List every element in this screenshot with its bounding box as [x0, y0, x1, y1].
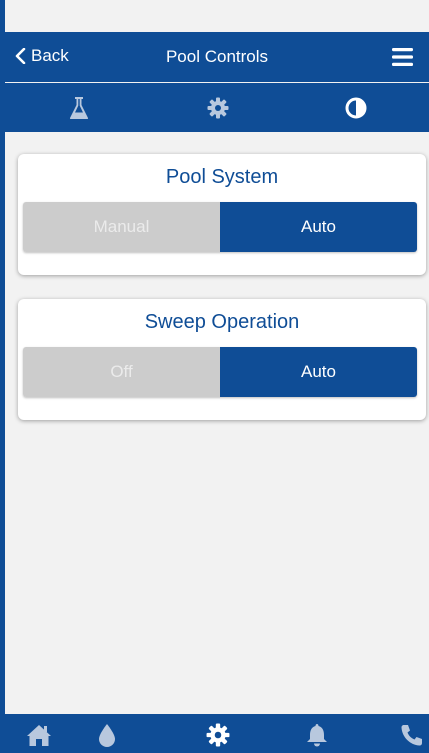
sweep-operation-toggle: Off Auto [23, 347, 417, 397]
gear-icon [207, 97, 229, 119]
hamburger-menu-icon [392, 48, 413, 66]
gear-icon [206, 723, 230, 747]
nav-header: Back Pool Controls [5, 32, 429, 82]
water-drop-icon [99, 724, 115, 747]
pool-system-toggle: Manual Auto [23, 202, 417, 252]
contrast-icon [345, 97, 367, 119]
card-title: Pool System [165, 166, 279, 188]
content-area: Pool System Manual Auto Sweep Operation … [5, 132, 429, 714]
page-title: Pool Controls [165, 47, 269, 66]
nav-home[interactable] [21, 720, 57, 750]
nav-alerts[interactable] [299, 720, 335, 750]
section-tabs [5, 83, 429, 132]
sweep-operation-card: Sweep Operation Off Auto [18, 299, 426, 420]
phone-icon [401, 725, 422, 746]
home-icon [27, 725, 51, 746]
auto-option[interactable]: Auto [220, 347, 417, 397]
bell-icon [307, 724, 327, 747]
nav-water[interactable] [89, 720, 125, 750]
auto-option[interactable]: Auto [220, 202, 417, 252]
pool-system-card: Pool System Manual Auto [18, 154, 426, 275]
tab-chemistry[interactable] [59, 93, 99, 123]
card-title: Sweep Operation [144, 311, 300, 333]
tab-settings[interactable] [198, 93, 238, 123]
flask-icon [69, 97, 89, 119]
bottom-nav [5, 714, 429, 753]
menu-button[interactable] [392, 48, 413, 71]
nav-settings[interactable] [200, 720, 236, 750]
app-frame: Back Pool Controls Pool System Manual Au… [0, 0, 429, 753]
off-option[interactable]: Off [23, 347, 220, 397]
nav-phone[interactable] [393, 720, 429, 750]
tab-controls[interactable] [336, 93, 376, 123]
manual-option[interactable]: Manual [23, 202, 220, 252]
